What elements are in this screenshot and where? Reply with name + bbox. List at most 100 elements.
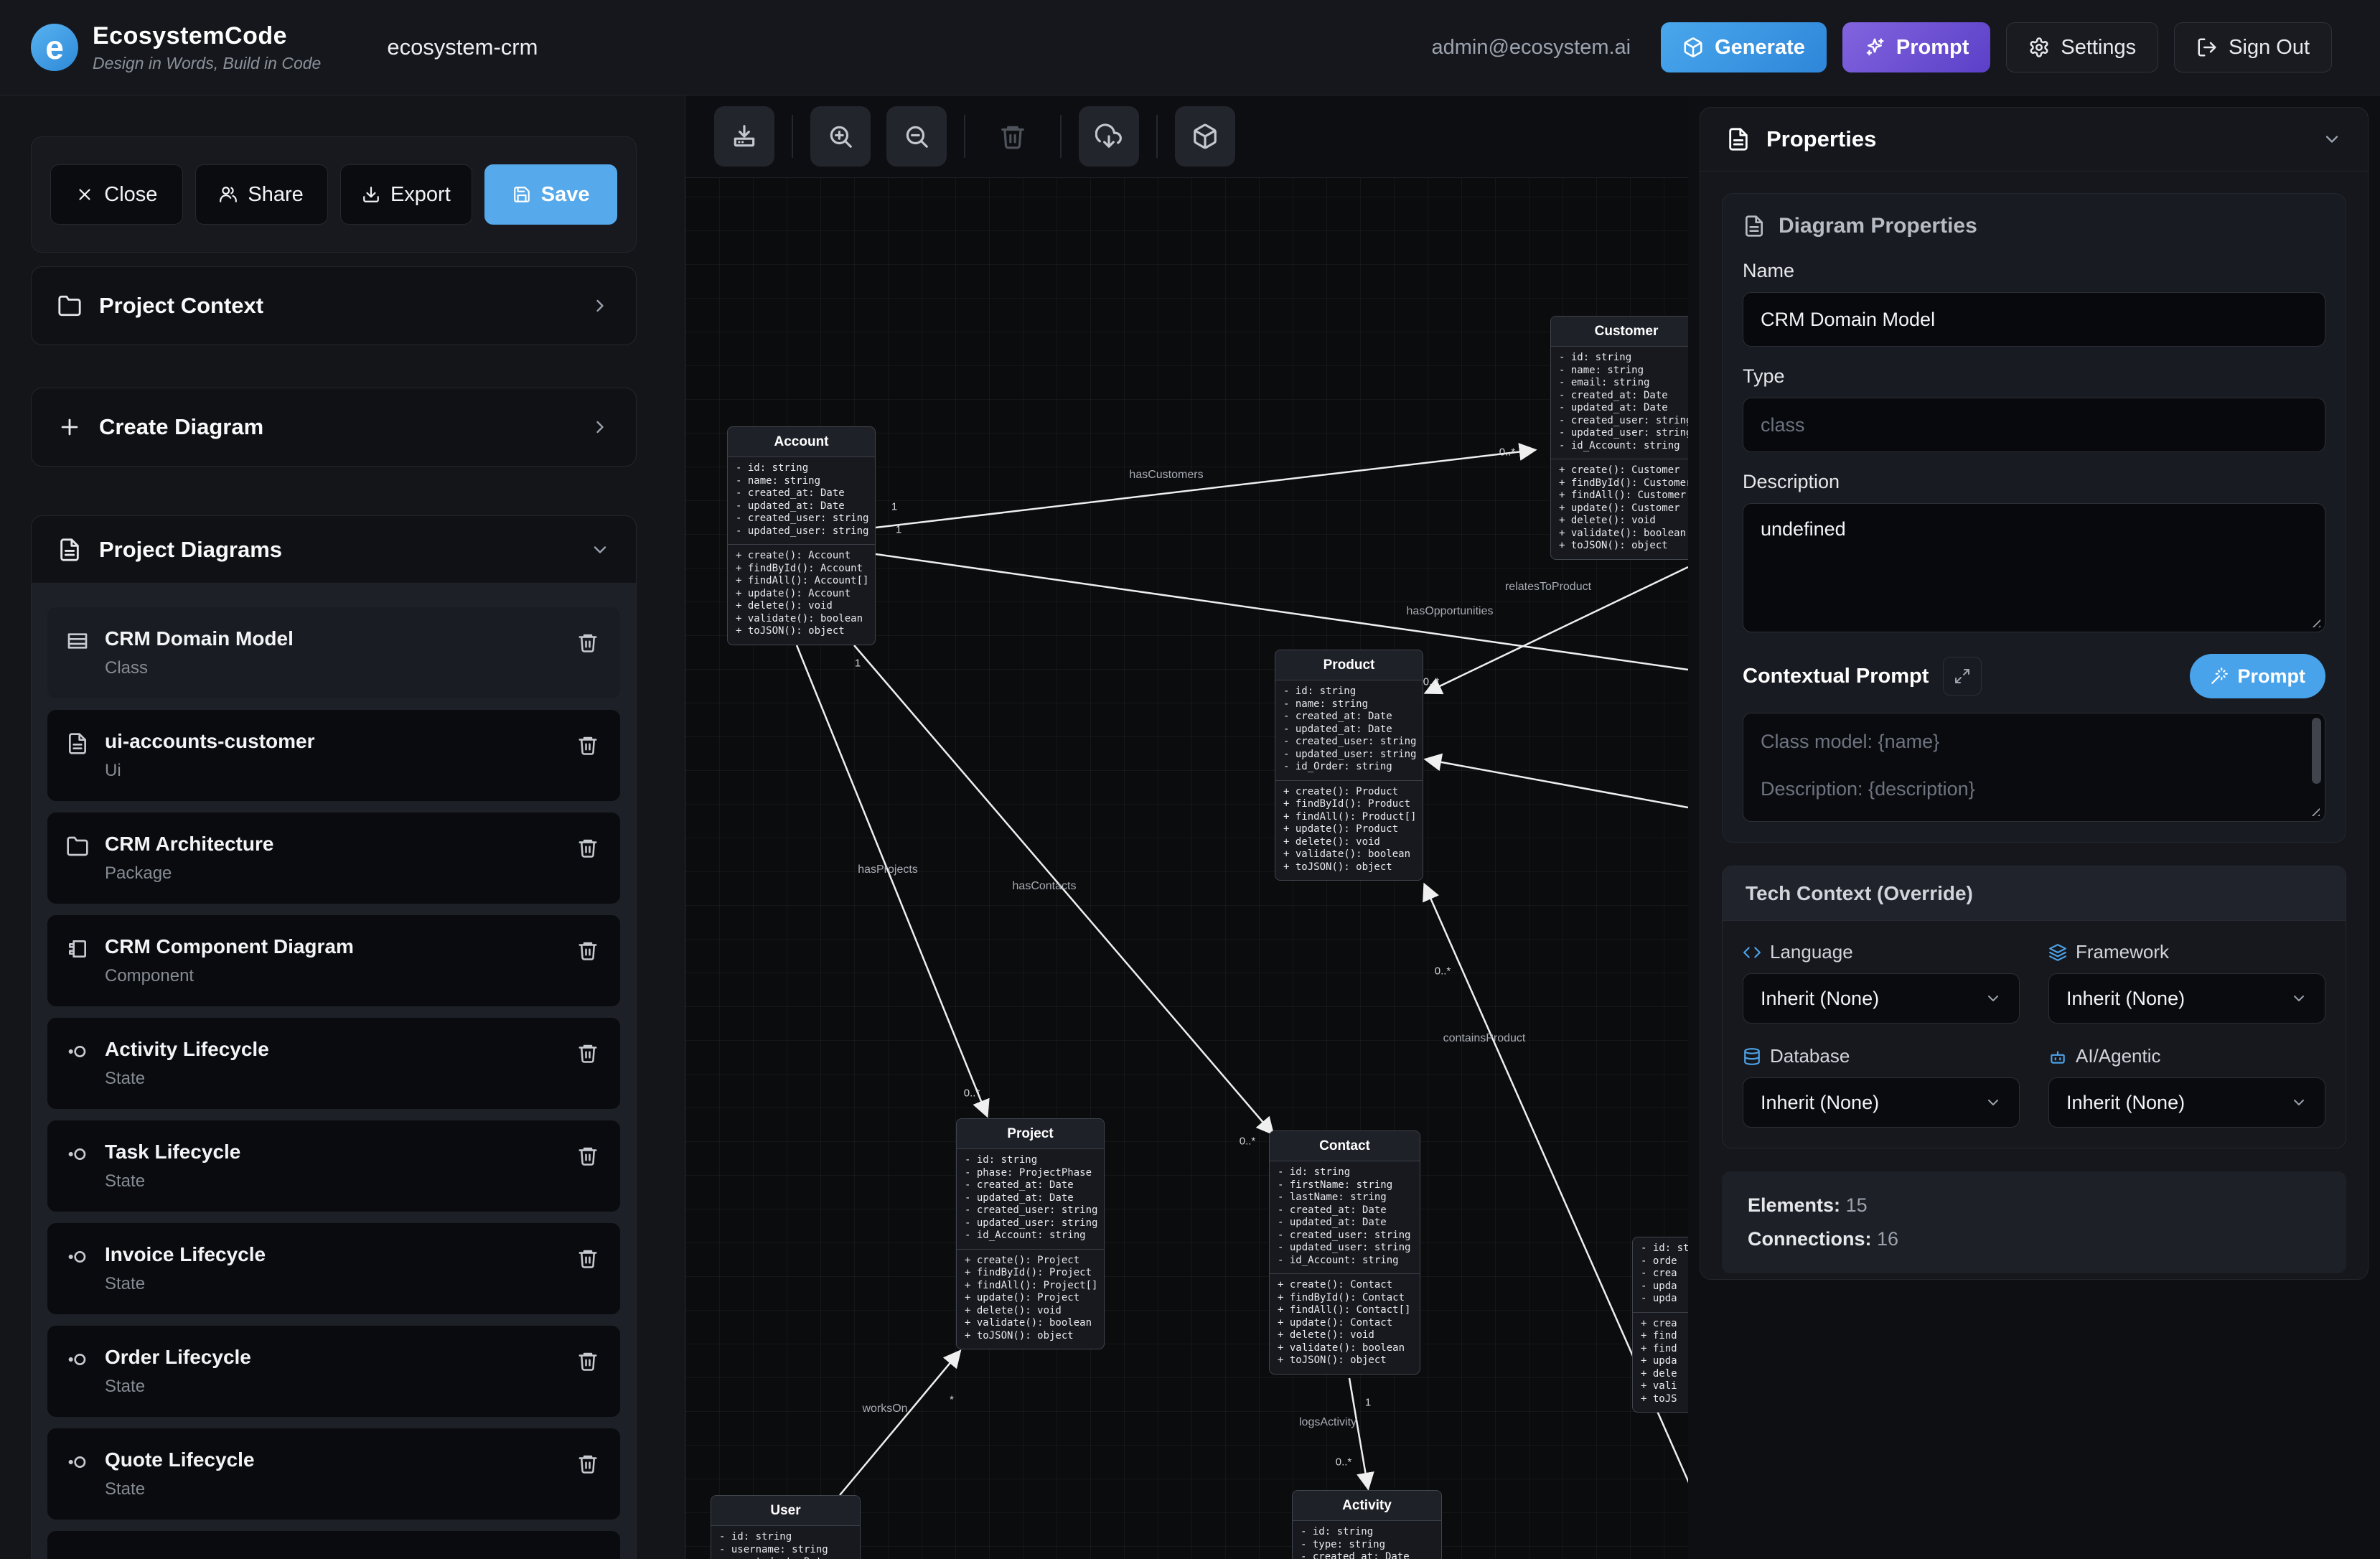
import-tool-button[interactable]	[714, 106, 774, 167]
edge-label: hasOpportunities	[1407, 605, 1494, 618]
diagram-list-item-4[interactable]: Activity LifecycleState	[47, 1018, 620, 1109]
diagram-item-text: ui-accounts-customerUi	[105, 730, 315, 781]
diagram-list-item-5[interactable]: Task LifecycleState	[47, 1120, 620, 1212]
resize-handle-icon[interactable]	[2308, 804, 2320, 816]
import-icon	[731, 123, 758, 150]
diagram-item-subtitle: State	[105, 1479, 255, 1499]
create-diagram-card[interactable]: Create Diagram	[31, 388, 637, 467]
file-icon	[57, 538, 82, 562]
trash-icon	[577, 1145, 599, 1166]
class-attributes: - id: string- name: string- created_at: …	[1275, 680, 1423, 780]
cube-icon	[1682, 37, 1704, 58]
trash-tool-button[interactable]	[983, 106, 1043, 167]
diagram-list-item-1[interactable]: ui-accounts-customerUi	[47, 710, 620, 801]
trash-icon	[999, 123, 1026, 150]
plus-icon	[57, 415, 82, 439]
connections-value: 16	[1877, 1228, 1898, 1250]
share-button[interactable]: Share	[195, 164, 328, 225]
generate-button[interactable]: Generate	[1661, 22, 1827, 72]
export-button[interactable]: Export	[340, 164, 473, 225]
class-name: Activity	[1293, 1491, 1441, 1521]
class-attributes: - id: string- phase: ProjectPhase- creat…	[957, 1149, 1104, 1249]
expand-prompt-button[interactable]	[1943, 657, 1982, 696]
type-input[interactable]	[1743, 398, 2325, 452]
project-diagrams-card: Project Diagrams CRM Domain ModelClass ui…	[31, 515, 637, 1559]
name-label: Name	[1743, 260, 2325, 282]
cube-tool-button[interactable]	[1175, 106, 1235, 167]
diagram-item-subtitle: Component	[105, 966, 354, 986]
diagram-item-text: CRM Domain ModelClass	[105, 627, 294, 678]
diagram-list-item-7[interactable]: Order LifecycleState	[47, 1326, 620, 1417]
rows-icon	[66, 629, 89, 652]
diagram-item-subtitle: State	[105, 1274, 266, 1294]
diagram-item-subtitle: State	[105, 1069, 269, 1089]
generate-label: Generate	[1715, 36, 1805, 60]
tech-select-framework[interactable]: Inherit (None)	[2048, 973, 2325, 1024]
class-methods: + create(): Account+ findById(): Account…	[728, 544, 875, 645]
description-textarea[interactable]: undefined	[1743, 503, 2325, 632]
sidebar-action-bar: Close Share Export Save	[31, 136, 637, 253]
state-icon	[66, 1040, 89, 1063]
properties-header[interactable]: Properties	[1700, 108, 2368, 172]
class-node-contact[interactable]: Contact- id: string- firstName: string- …	[1269, 1130, 1420, 1375]
elements-label: Elements:	[1748, 1194, 1840, 1216]
prompt-button[interactable]: Prompt	[1842, 22, 1991, 72]
diagram-list-item-6[interactable]: Invoice LifecycleState	[47, 1223, 620, 1314]
save-button[interactable]: Save	[484, 164, 617, 225]
scrollbar-thumb[interactable]	[2312, 718, 2321, 784]
diagram-list-item-0[interactable]: CRM Domain ModelClass	[47, 607, 620, 698]
class-node-activity[interactable]: Activity- id: string- type: string- crea…	[1292, 1490, 1442, 1559]
diagram-list-item-partial[interactable]	[47, 1531, 620, 1559]
panel-prompt-button[interactable]: Prompt	[2190, 654, 2326, 698]
class-node-account[interactable]: Account- id: string- name: string- creat…	[727, 426, 876, 645]
contextual-prompt-textarea[interactable]: Class model: {name}Description: {descrip…	[1743, 713, 2325, 822]
expand-icon	[1954, 668, 1971, 685]
file-icon	[1743, 215, 1766, 238]
diagram-item-title: CRM Domain Model	[105, 627, 294, 650]
project-context-label: Project Context	[99, 293, 263, 319]
close-button[interactable]: Close	[50, 164, 183, 225]
delete-diagram-button[interactable]	[577, 1247, 599, 1269]
toolbar-divider	[792, 115, 793, 158]
edge-multiplicity: 1	[891, 501, 897, 513]
delete-diagram-button[interactable]	[577, 837, 599, 858]
settings-button[interactable]: Settings	[2006, 22, 2158, 72]
project-diagrams-header[interactable]: Project Diagrams	[32, 516, 636, 583]
diagram-item-text: Task LifecycleState	[105, 1141, 240, 1192]
delete-diagram-button[interactable]	[577, 1042, 599, 1064]
layers-icon	[2048, 943, 2067, 962]
class-methods: + create(): Customer+ findById(): Custom…	[1551, 459, 1702, 559]
diagram-item-title: Order Lifecycle	[105, 1346, 251, 1369]
cloud-download-tool-button[interactable]	[1079, 106, 1139, 167]
edge-multiplicity: 1	[896, 524, 901, 536]
class-node-project[interactable]: Project- id: string- phase: ProjectPhase…	[956, 1118, 1105, 1349]
sign-out-button[interactable]: Sign Out	[2174, 22, 2332, 72]
diagram-list-item-2[interactable]: CRM ArchitecturePackage	[47, 813, 620, 904]
diagram-list-item-3[interactable]: CRM Component DiagramComponent	[47, 915, 620, 1006]
class-name: Contact	[1270, 1131, 1420, 1161]
zoom-out-tool-button[interactable]	[886, 106, 947, 167]
delete-diagram-button[interactable]	[577, 1350, 599, 1372]
tech-select-language[interactable]: Inherit (None)	[1743, 973, 2020, 1024]
contextual-prompt-row: Contextual Prompt Prompt	[1743, 654, 2325, 698]
delete-diagram-button[interactable]	[577, 1145, 599, 1166]
delete-diagram-button[interactable]	[577, 734, 599, 756]
state-icon	[66, 1451, 89, 1474]
tech-select-database[interactable]: Inherit (None)	[1743, 1077, 2020, 1128]
project-context-card[interactable]: Project Context	[31, 266, 637, 345]
gear-icon	[2028, 37, 2050, 58]
name-input[interactable]	[1743, 292, 2325, 347]
diagram-list-item-8[interactable]: Quote LifecycleState	[47, 1428, 620, 1520]
tech-select-ai-agentic[interactable]: Inherit (None)	[2048, 1077, 2325, 1128]
class-node-product[interactable]: Product- id: string- name: string- creat…	[1275, 650, 1423, 881]
delete-diagram-button[interactable]	[577, 632, 599, 653]
diagram-item-text: Activity LifecycleState	[105, 1038, 269, 1089]
class-node-customer[interactable]: Customer- id: string- name: string- emai…	[1550, 316, 1702, 560]
delete-diagram-button[interactable]	[577, 940, 599, 961]
class-node-user[interactable]: User- id: string- username: string- crea…	[711, 1495, 861, 1559]
app-logo: e	[31, 24, 78, 71]
zoom-in-tool-button[interactable]	[810, 106, 871, 167]
elements-value: 15	[1846, 1194, 1868, 1216]
delete-diagram-button[interactable]	[577, 1453, 599, 1474]
x-icon	[75, 185, 94, 204]
